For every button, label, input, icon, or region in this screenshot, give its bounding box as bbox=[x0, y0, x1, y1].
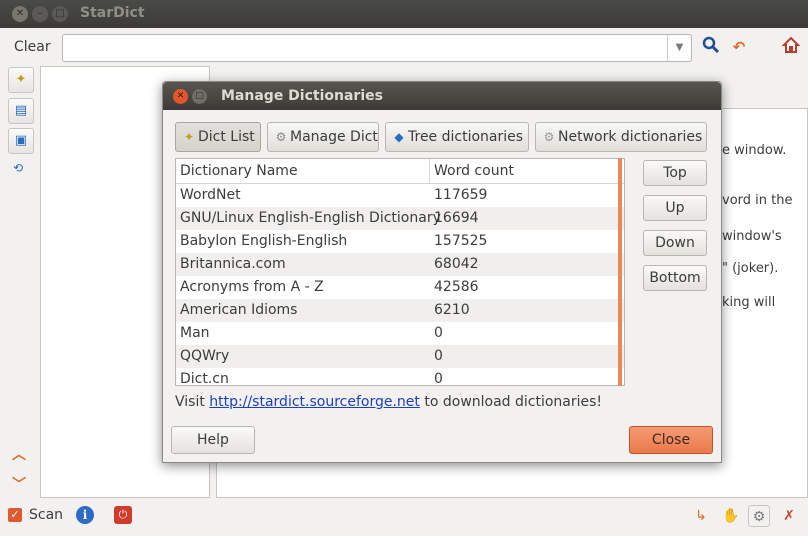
visit-suffix: to download dictionaries! bbox=[424, 394, 603, 410]
tools-icon[interactable]: ✗ bbox=[778, 505, 800, 527]
table-row[interactable]: Dict.cn 0 bbox=[176, 368, 624, 386]
table-row[interactable]: Acronyms from A - Z 42586 bbox=[176, 276, 624, 299]
preferences-gear-icon[interactable]: ⚙ bbox=[748, 505, 770, 527]
content-fragment: e window. bbox=[722, 143, 787, 158]
table-row[interactable]: WordNet 117659 bbox=[176, 184, 624, 207]
wand-icon: ✦ bbox=[15, 72, 27, 87]
tab-label: Tree dictionaries bbox=[408, 129, 524, 145]
visit-prefix: Visit bbox=[175, 394, 205, 410]
move-up-button[interactable]: Up bbox=[643, 195, 707, 221]
window-title: StarDict bbox=[80, 5, 145, 21]
full-text-query-button[interactable]: ▤ bbox=[8, 98, 34, 124]
help-button[interactable]: Help bbox=[171, 426, 255, 454]
column-divider bbox=[429, 159, 430, 184]
word-count: 42586 bbox=[434, 279, 479, 295]
content-fragment: " (joker). bbox=[722, 261, 779, 276]
word-count: 16694 bbox=[434, 210, 479, 226]
network-gear-icon: ⚙ bbox=[543, 130, 555, 144]
column-header-name[interactable]: Dictionary Name bbox=[180, 163, 298, 179]
close-button[interactable]: Close bbox=[629, 426, 713, 454]
stardict-website-link[interactable]: http://stardict.sourceforge.net bbox=[209, 394, 420, 410]
column-header-word-count[interactable]: Word count bbox=[434, 163, 514, 179]
word-count: 0 bbox=[434, 325, 443, 341]
window-maximize-button[interactable]: □ bbox=[52, 6, 68, 22]
word-count: 117659 bbox=[434, 187, 488, 203]
content-fragment: king will bbox=[722, 295, 776, 310]
table-row[interactable]: QQWry 0 bbox=[176, 345, 624, 368]
dialog-title: Manage Dictionaries bbox=[221, 88, 383, 104]
fuzzy-query-button[interactable]: ✦ bbox=[8, 67, 34, 93]
tab-label: Dict List bbox=[198, 129, 255, 145]
window-close-button[interactable]: ✕ bbox=[12, 6, 28, 22]
word-count: 68042 bbox=[434, 256, 479, 272]
tab-label: Manage Dict bbox=[290, 129, 378, 145]
back-arrow-icon[interactable]: ↶ bbox=[728, 36, 750, 58]
search-input[interactable] bbox=[69, 39, 659, 57]
tree-view-button[interactable]: ▣ bbox=[8, 128, 34, 154]
manage-dict-icon[interactable]: ↳ bbox=[690, 505, 712, 527]
document-icon: ▤ bbox=[14, 103, 28, 118]
dictionary-name: American Idioms bbox=[180, 302, 298, 318]
folder-icon: ▣ bbox=[14, 133, 28, 148]
home-icon[interactable] bbox=[780, 36, 802, 58]
move-down-button[interactable]: Down bbox=[643, 230, 707, 256]
table-scrollbar[interactable] bbox=[618, 158, 622, 386]
table-row[interactable]: Babylon English-English 157525 bbox=[176, 230, 624, 253]
window-minimize-button[interactable]: – bbox=[32, 6, 48, 22]
dictionary-name: Man bbox=[180, 325, 210, 341]
table-row[interactable]: American Idioms 6210 bbox=[176, 299, 624, 322]
tab-network-dictionaries[interactable]: ⚙ Network dictionaries bbox=[535, 122, 707, 152]
info-icon[interactable]: i bbox=[76, 506, 94, 524]
manage-dictionaries-dialog: ✕ □ Manage Dictionaries ✦ Dict List ⚙ Mana… bbox=[162, 81, 722, 463]
dictionary-name: Babylon English-English bbox=[180, 233, 348, 249]
dictionary-name: Britannica.com bbox=[180, 256, 286, 272]
table-row[interactable]: GNU/Linux English-English Dictionary 166… bbox=[176, 207, 624, 230]
visit-message: Visit http://stardict.sourceforge.net to… bbox=[175, 394, 602, 410]
chevron-down-icon[interactable]: ▼ bbox=[667, 35, 691, 61]
dictionary-table[interactable]: Dictionary Name Word count WordNet 11765… bbox=[175, 158, 625, 386]
move-top-button[interactable]: Top bbox=[643, 160, 707, 186]
dialog-maximize-icon[interactable]: □ bbox=[192, 89, 207, 104]
hand-icon[interactable]: ✋ bbox=[720, 505, 742, 527]
clear-button[interactable]: Clear bbox=[14, 39, 51, 55]
scan-label: Scan bbox=[29, 507, 64, 523]
tab-label: Network dictionaries bbox=[558, 129, 703, 145]
word-count: 6210 bbox=[434, 302, 470, 318]
table-row[interactable]: Britannica.com 68042 bbox=[176, 253, 624, 276]
dictionary-name: QQWry bbox=[180, 348, 230, 364]
dictionary-name: GNU/Linux English-English Dictionary bbox=[180, 210, 441, 226]
network-icon[interactable]: ⟲ bbox=[13, 161, 23, 175]
dialog-close-icon[interactable]: ✕ bbox=[173, 89, 188, 104]
word-count: 157525 bbox=[434, 233, 488, 249]
table-header: Dictionary Name Word count bbox=[176, 159, 624, 184]
search-combo[interactable]: ▼ bbox=[62, 34, 692, 62]
power-icon[interactable]: ⏻ bbox=[114, 506, 132, 524]
content-fragment: window's bbox=[722, 229, 782, 244]
previous-arrow-icon[interactable]: ︿ bbox=[12, 444, 26, 464]
content-fragment: vord in the bbox=[722, 193, 793, 208]
gear-icon: ⚙ bbox=[275, 130, 287, 144]
dictionary-name: WordNet bbox=[180, 187, 241, 203]
word-count: 0 bbox=[434, 348, 443, 364]
word-count: 0 bbox=[434, 371, 443, 386]
tab-dict-list[interactable]: ✦ Dict List bbox=[175, 122, 261, 152]
next-arrow-icon[interactable]: ﹀ bbox=[12, 474, 26, 494]
tab-manage-dict[interactable]: ⚙ Manage Dict bbox=[267, 122, 379, 152]
wand-icon: ✦ bbox=[183, 130, 195, 144]
table-row[interactable]: Man 0 bbox=[176, 322, 624, 345]
dictionary-name: Acronyms from A - Z bbox=[180, 279, 324, 295]
move-bottom-button[interactable]: Bottom bbox=[643, 265, 707, 291]
scan-checkbox[interactable]: ✓ bbox=[8, 508, 22, 522]
search-icon[interactable] bbox=[700, 36, 722, 58]
tab-tree-dictionaries[interactable]: ◆ Tree dictionaries bbox=[385, 122, 529, 152]
dialog-title-bar: ✕ □ Manage Dictionaries bbox=[163, 82, 721, 110]
dictionary-name: Dict.cn bbox=[180, 371, 229, 386]
title-bar: ✕ – □ StarDict bbox=[0, 0, 808, 28]
book-icon: ◆ bbox=[394, 130, 404, 144]
